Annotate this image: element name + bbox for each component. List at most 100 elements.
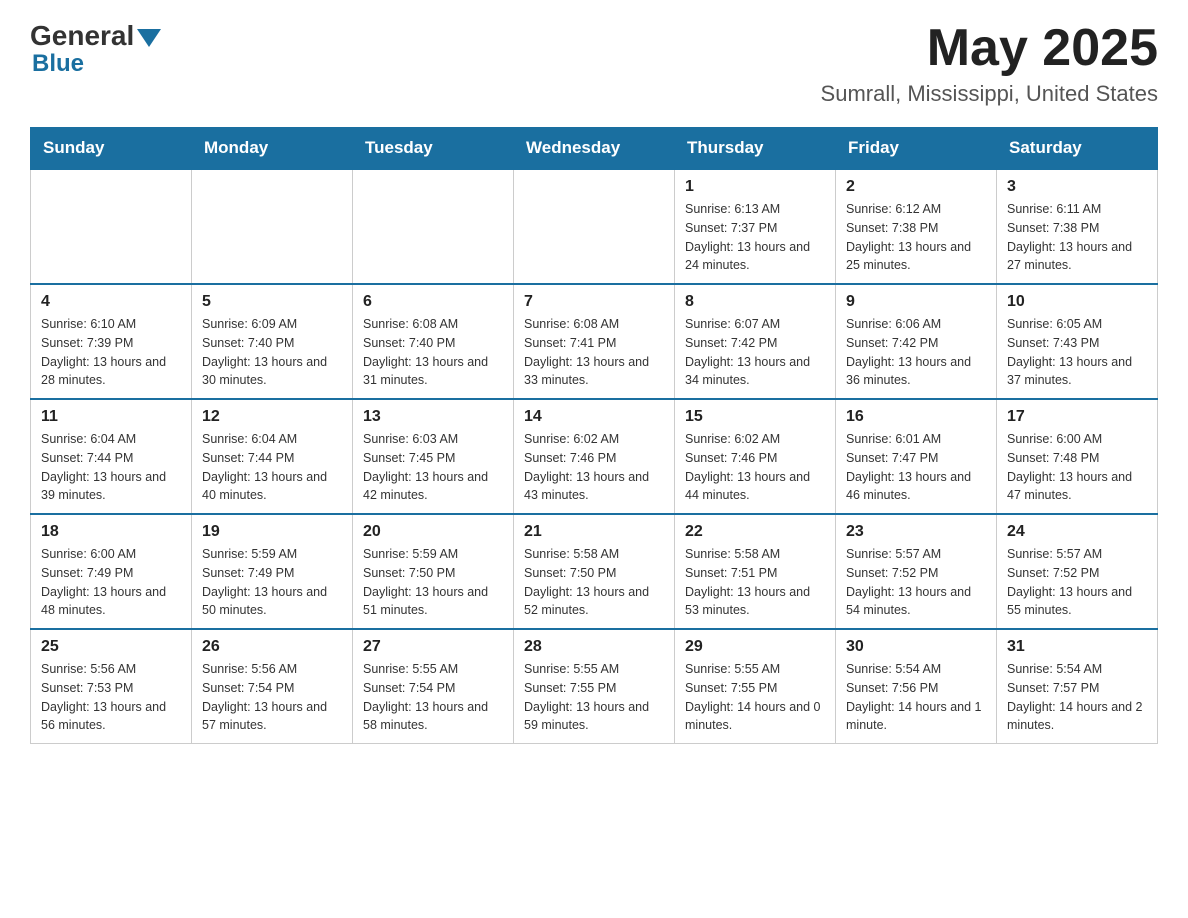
day-number: 7 xyxy=(524,293,664,311)
calendar-cell: 5 Sunrise: 6:09 AMSunset: 7:40 PMDaylight… xyxy=(192,284,353,399)
day-number: 1 xyxy=(685,178,825,196)
day-info: Sunrise: 5:56 AMSunset: 7:54 PMDaylight:… xyxy=(202,660,342,735)
col-saturday: Saturday xyxy=(997,128,1158,170)
day-info: Sunrise: 5:56 AMSunset: 7:53 PMDaylight:… xyxy=(41,660,181,735)
col-thursday: Thursday xyxy=(675,128,836,170)
calendar-week-row: 11 Sunrise: 6:04 AMSunset: 7:44 PMDayligh… xyxy=(31,399,1158,514)
day-info: Sunrise: 6:02 AMSunset: 7:46 PMDaylight:… xyxy=(524,430,664,505)
calendar-cell: 2Sunrise: 6:12 AMSunset: 7:38 PMDaylight… xyxy=(836,169,997,284)
calendar-cell: 21 Sunrise: 5:58 AMSunset: 7:50 PMDayligh… xyxy=(514,514,675,629)
title-area: May 2025 Sumrall, Mississippi, United St… xyxy=(821,20,1158,107)
day-info: Sunrise: 6:12 AMSunset: 7:38 PMDaylight:… xyxy=(846,200,986,275)
calendar-cell xyxy=(192,169,353,284)
day-info: Sunrise: 5:55 AMSunset: 7:55 PMDaylight:… xyxy=(685,660,825,735)
day-info: Sunrise: 5:55 AMSunset: 7:54 PMDaylight:… xyxy=(363,660,503,735)
day-info: Sunrise: 5:59 AMSunset: 7:50 PMDaylight:… xyxy=(363,545,503,620)
logo-blue-text: Blue xyxy=(32,50,84,77)
day-number: 14 xyxy=(524,408,664,426)
calendar-cell: 7Sunrise: 6:08 AMSunset: 7:41 PMDaylight… xyxy=(514,284,675,399)
col-wednesday: Wednesday xyxy=(514,128,675,170)
day-info: Sunrise: 6:13 AMSunset: 7:37 PMDaylight:… xyxy=(685,200,825,275)
calendar-cell: 19 Sunrise: 5:59 AMSunset: 7:49 PMDayligh… xyxy=(192,514,353,629)
calendar-cell: 13 Sunrise: 6:03 AMSunset: 7:45 PMDayligh… xyxy=(353,399,514,514)
day-info: Sunrise: 6:03 AMSunset: 7:45 PMDaylight:… xyxy=(363,430,503,505)
day-info: Sunrise: 6:06 AMSunset: 7:42 PMDaylight:… xyxy=(846,315,986,390)
calendar-cell xyxy=(353,169,514,284)
calendar-cell: 23 Sunrise: 5:57 AMSunset: 7:52 PMDayligh… xyxy=(836,514,997,629)
calendar-cell: 1 Sunrise: 6:13 AMSunset: 7:37 PMDaylight… xyxy=(675,169,836,284)
day-number: 26 xyxy=(202,638,342,656)
day-info: Sunrise: 5:57 AMSunset: 7:52 PMDaylight:… xyxy=(846,545,986,620)
day-info: Sunrise: 6:01 AMSunset: 7:47 PMDaylight:… xyxy=(846,430,986,505)
logo: General Blue xyxy=(30,20,161,78)
calendar-cell: 28 Sunrise: 5:55 AMSunset: 7:55 PMDayligh… xyxy=(514,629,675,744)
day-number: 18 xyxy=(41,523,181,541)
day-info: Sunrise: 5:58 AMSunset: 7:51 PMDaylight:… xyxy=(685,545,825,620)
calendar-week-row: 18 Sunrise: 6:00 AMSunset: 7:49 PMDayligh… xyxy=(31,514,1158,629)
day-number: 27 xyxy=(363,638,503,656)
day-number: 10 xyxy=(1007,293,1147,311)
day-number: 5 xyxy=(202,293,342,311)
col-sunday: Sunday xyxy=(31,128,192,170)
day-number: 28 xyxy=(524,638,664,656)
calendar-cell: 24Sunrise: 5:57 AMSunset: 7:52 PMDayligh… xyxy=(997,514,1158,629)
day-info: Sunrise: 6:11 AMSunset: 7:38 PMDaylight:… xyxy=(1007,200,1147,275)
day-info: Sunrise: 6:04 AMSunset: 7:44 PMDaylight:… xyxy=(202,430,342,505)
day-number: 17 xyxy=(1007,408,1147,426)
calendar-cell: 6Sunrise: 6:08 AMSunset: 7:40 PMDaylight… xyxy=(353,284,514,399)
month-year-title: May 2025 xyxy=(821,20,1158,77)
col-friday: Friday xyxy=(836,128,997,170)
day-number: 21 xyxy=(524,523,664,541)
calendar-cell: 31 Sunrise: 5:54 AMSunset: 7:57 PMDayligh… xyxy=(997,629,1158,744)
day-number: 8 xyxy=(685,293,825,311)
day-number: 24 xyxy=(1007,523,1147,541)
day-info: Sunrise: 6:04 AMSunset: 7:44 PMDaylight:… xyxy=(41,430,181,505)
day-info: Sunrise: 6:00 AMSunset: 7:49 PMDaylight:… xyxy=(41,545,181,620)
day-number: 3 xyxy=(1007,178,1147,196)
day-info: Sunrise: 5:58 AMSunset: 7:50 PMDaylight:… xyxy=(524,545,664,620)
calendar-week-row: 25 Sunrise: 5:56 AMSunset: 7:53 PMDayligh… xyxy=(31,629,1158,744)
calendar-table: Sunday Monday Tuesday Wednesday Thursday… xyxy=(30,127,1158,744)
day-info: Sunrise: 6:07 AMSunset: 7:42 PMDaylight:… xyxy=(685,315,825,390)
calendar-cell: 12 Sunrise: 6:04 AMSunset: 7:44 PMDayligh… xyxy=(192,399,353,514)
day-info: Sunrise: 6:10 AMSunset: 7:39 PMDaylight:… xyxy=(41,315,181,390)
day-number: 29 xyxy=(685,638,825,656)
calendar-header-row: Sunday Monday Tuesday Wednesday Thursday… xyxy=(31,128,1158,170)
calendar-cell: 20Sunrise: 5:59 AMSunset: 7:50 PMDayligh… xyxy=(353,514,514,629)
calendar-cell: 18 Sunrise: 6:00 AMSunset: 7:49 PMDayligh… xyxy=(31,514,192,629)
calendar-cell: 15 Sunrise: 6:02 AMSunset: 7:46 PMDayligh… xyxy=(675,399,836,514)
calendar-cell: 3 Sunrise: 6:11 AMSunset: 7:38 PMDaylight… xyxy=(997,169,1158,284)
day-number: 11 xyxy=(41,408,181,426)
day-number: 13 xyxy=(363,408,503,426)
day-info: Sunrise: 6:09 AMSunset: 7:40 PMDaylight:… xyxy=(202,315,342,390)
day-info: Sunrise: 5:54 AMSunset: 7:56 PMDaylight:… xyxy=(846,660,986,735)
day-info: Sunrise: 5:55 AMSunset: 7:55 PMDaylight:… xyxy=(524,660,664,735)
calendar-week-row: 4 Sunrise: 6:10 AMSunset: 7:39 PMDaylight… xyxy=(31,284,1158,399)
day-number: 25 xyxy=(41,638,181,656)
calendar-cell: 22Sunrise: 5:58 AMSunset: 7:51 PMDayligh… xyxy=(675,514,836,629)
calendar-cell: 26 Sunrise: 5:56 AMSunset: 7:54 PMDayligh… xyxy=(192,629,353,744)
day-number: 19 xyxy=(202,523,342,541)
day-info: Sunrise: 6:00 AMSunset: 7:48 PMDaylight:… xyxy=(1007,430,1147,505)
day-info: Sunrise: 6:02 AMSunset: 7:46 PMDaylight:… xyxy=(685,430,825,505)
calendar-cell: 25 Sunrise: 5:56 AMSunset: 7:53 PMDayligh… xyxy=(31,629,192,744)
calendar-cell: 17 Sunrise: 6:00 AMSunset: 7:48 PMDayligh… xyxy=(997,399,1158,514)
location-subtitle: Sumrall, Mississippi, United States xyxy=(821,81,1158,107)
day-info: Sunrise: 5:59 AMSunset: 7:49 PMDaylight:… xyxy=(202,545,342,620)
calendar-cell: 30Sunrise: 5:54 AMSunset: 7:56 PMDayligh… xyxy=(836,629,997,744)
day-number: 12 xyxy=(202,408,342,426)
day-info: Sunrise: 5:54 AMSunset: 7:57 PMDaylight:… xyxy=(1007,660,1147,735)
day-number: 23 xyxy=(846,523,986,541)
col-monday: Monday xyxy=(192,128,353,170)
day-number: 31 xyxy=(1007,638,1147,656)
calendar-cell: 14 Sunrise: 6:02 AMSunset: 7:46 PMDayligh… xyxy=(514,399,675,514)
day-number: 15 xyxy=(685,408,825,426)
calendar-week-row: 1 Sunrise: 6:13 AMSunset: 7:37 PMDaylight… xyxy=(31,169,1158,284)
logo-general-text: General xyxy=(30,20,134,52)
calendar-cell: 4 Sunrise: 6:10 AMSunset: 7:39 PMDaylight… xyxy=(31,284,192,399)
day-number: 9 xyxy=(846,293,986,311)
col-tuesday: Tuesday xyxy=(353,128,514,170)
day-number: 4 xyxy=(41,293,181,311)
day-info: Sunrise: 6:08 AMSunset: 7:40 PMDaylight:… xyxy=(363,315,503,390)
day-number: 16 xyxy=(846,408,986,426)
